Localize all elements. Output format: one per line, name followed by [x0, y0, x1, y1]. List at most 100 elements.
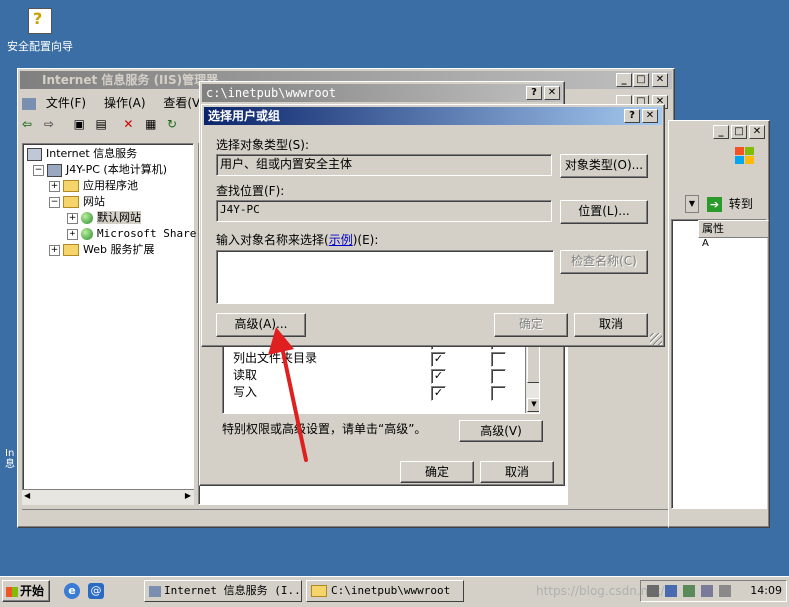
tray-icon-4[interactable] [701, 585, 713, 597]
deny-checkbox[interactable] [491, 369, 506, 384]
desktop-fragment-text: In 息 [5, 448, 15, 470]
tree-default-site[interactable]: + 默认网站 [27, 210, 189, 226]
address-dropdown-arrow[interactable]: ▼ [685, 195, 699, 213]
ie-quicklaunch-icon[interactable]: e [64, 583, 80, 599]
windows-flag-icon [6, 586, 18, 597]
right-window[interactable]: _ □ ✕ ▼ ➔ 转到 属性 A [668, 120, 770, 528]
menu-file[interactable]: 文件(F) [46, 96, 86, 110]
iis-title: Internet 信息服务 (IIS)管理器 [42, 73, 219, 87]
object-names-label: 输入对象名称来选择(示例)(E): [216, 233, 379, 247]
tray-icon-2[interactable] [665, 585, 677, 597]
system-tray: 14:09 [640, 580, 787, 602]
delete-icon[interactable]: ✕ [123, 117, 141, 131]
right-minimize-button[interactable]: _ [713, 125, 729, 139]
computer-icon [47, 163, 62, 177]
allow-checkbox[interactable]: ✓ [431, 352, 446, 367]
resize-grip-icon[interactable] [650, 333, 662, 345]
object-type-label: 选择对象类型(S): [216, 138, 310, 152]
permission-label: 读取 [233, 368, 258, 382]
tree-websites[interactable]: − 网站 [27, 194, 189, 210]
mmc-icon [149, 585, 161, 597]
expand-icon[interactable]: + [67, 228, 78, 240]
tree-computer[interactable]: − J4Y-PC (本地计算机) [27, 162, 189, 178]
deny-checkbox[interactable] [491, 386, 506, 401]
forward-icon[interactable]: ⇨ [44, 117, 62, 131]
refresh-icon[interactable]: ↻ [167, 117, 185, 131]
column-header-attributes[interactable]: 属性 [698, 220, 769, 238]
locations-button[interactable]: 位置(L)... [560, 200, 648, 224]
expand-icon[interactable]: + [49, 180, 60, 192]
deny-checkbox[interactable] [491, 352, 506, 367]
properties-icon[interactable]: ▦ [145, 117, 163, 131]
select-cancel-button[interactable]: 取消 [574, 313, 648, 337]
check-names-button[interactable]: 检查名称(C) [560, 250, 648, 274]
object-types-button[interactable]: 对象类型(O)... [560, 154, 648, 178]
location-field: J4Y-PC [216, 200, 552, 222]
permissions-scrollbar[interactable]: ▼ [525, 341, 539, 413]
tree-app-pools[interactable]: + 应用程序池 [27, 178, 189, 194]
allow-checkbox[interactable]: ✓ [431, 386, 446, 401]
select-help-button[interactable]: ? [624, 109, 640, 123]
menu-action[interactable]: 操作(A) [104, 96, 146, 110]
taskbar-item-wwwroot[interactable]: C:\inetpub\wwwroot [306, 580, 464, 602]
expand-icon[interactable]: + [49, 244, 60, 256]
right-maximize-button[interactable]: □ [731, 125, 747, 139]
iis-minimize-button[interactable]: _ [616, 73, 632, 87]
tree-ms-share[interactable]: + Microsoft Share [27, 226, 196, 242]
tree-web-ext[interactable]: + Web 服务扩展 [27, 242, 189, 258]
right-close-button[interactable]: ✕ [749, 125, 765, 139]
iis-close-button[interactable]: ✕ [652, 73, 668, 87]
props-ok-button[interactable]: 确定 [400, 461, 474, 483]
tree-root[interactable]: Internet 信息服务 [27, 146, 189, 162]
select-close-button[interactable]: ✕ [642, 109, 658, 123]
select-dialog-title-bar[interactable]: 选择用户或组 [204, 107, 662, 125]
iis-toolbar: ⇦ ⇨ ▣ ▤ ✕ ▦ ↻ [22, 117, 185, 137]
iis-maximize-button[interactable]: □ [633, 73, 649, 87]
special-permissions-text: 特别权限或高级设置，请单击“高级”。 [222, 422, 427, 436]
folder-icon [63, 244, 79, 256]
props-close-button[interactable]: ✕ [544, 86, 560, 100]
object-names-input[interactable] [216, 250, 554, 304]
iis-root-icon [27, 147, 42, 161]
tree-pane[interactable]: Internet 信息服务 − J4Y-PC (本地计算机) + 应用程序池 − 网站… [22, 143, 196, 505]
tray-icon-5[interactable] [719, 585, 731, 597]
tray-icon-1[interactable] [647, 585, 659, 597]
props-cancel-button[interactable]: 取消 [480, 461, 554, 483]
back-icon[interactable]: ⇦ [22, 117, 40, 131]
windows-logo-icon [735, 147, 755, 165]
tray-icon-3[interactable] [683, 585, 695, 597]
start-button[interactable]: 开始 [2, 580, 50, 602]
props-title-bar[interactable]: c:\inetpub\wwwroot [202, 84, 562, 102]
folder-icon [63, 180, 79, 192]
goto-button[interactable]: ➔ 转到 [707, 195, 753, 213]
collapse-icon[interactable]: − [33, 164, 44, 176]
website-icon [81, 212, 93, 224]
red-arrow-annotation [268, 327, 308, 462]
folder-icon [311, 585, 327, 597]
allow-checkbox[interactable]: ✓ [431, 369, 446, 384]
up-folder-icon[interactable]: ▣ [74, 117, 92, 131]
goto-arrow-icon: ➔ [707, 197, 722, 212]
tree-hscrollbar[interactable]: ◀ ▶ [22, 489, 194, 505]
taskbar: 开始 e @ Internet 信息服务 (I... C:\inetpub\ww… [0, 576, 789, 607]
props-help-button[interactable]: ? [526, 86, 542, 100]
examples-link[interactable]: 示例 [329, 233, 353, 247]
expand-icon[interactable]: + [67, 212, 78, 224]
collapse-icon[interactable]: − [49, 196, 60, 208]
select-ok-button[interactable]: 确定 [494, 313, 568, 337]
show-tree-icon[interactable]: ▤ [95, 117, 113, 131]
iis-menubar: 文件(F) 操作(A) 查看(V) [22, 94, 205, 112]
location-label: 查找位置(F): [216, 184, 285, 198]
right-list[interactable]: 属性 A [671, 219, 769, 509]
props-title: c:\inetpub\wwwroot [206, 86, 337, 100]
props-advanced-button[interactable]: 高级(V) [459, 420, 543, 442]
status-bar [22, 509, 670, 525]
list-cell: A [702, 238, 709, 249]
folder-icon [63, 196, 79, 208]
select-users-dialog[interactable]: 选择用户或组 ? ✕ 选择对象类型(S): 用户、组或内置安全主体 对象类型(O… [201, 104, 665, 347]
ie2-quicklaunch-icon[interactable]: @ [88, 583, 104, 599]
taskbar-item-iis[interactable]: Internet 信息服务 (I... [144, 580, 302, 602]
desktop-icon-security-wizard[interactable]: ? 安全配置向导 [0, 8, 80, 58]
mmc-icon [22, 97, 36, 110]
wizard-icon: ? [28, 8, 52, 34]
